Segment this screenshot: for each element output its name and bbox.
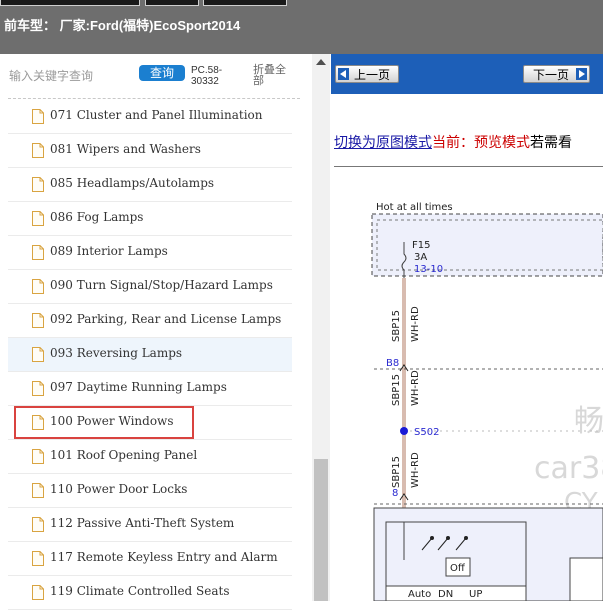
switch-auto: Auto — [408, 589, 431, 600]
next-page-label: 下一页 — [533, 68, 570, 82]
list-item-label: 090 Turn Signal/Stop/Hazard Lamps — [50, 278, 273, 292]
switch-right-block — [569, 557, 603, 601]
connector-b8: B8 — [386, 358, 399, 369]
list-item-label: 092 Parking, Rear and License Lamps — [50, 312, 282, 326]
list-item-label: 071 Cluster and Panel Illumination — [50, 108, 263, 122]
arrow-left-icon — [338, 68, 349, 80]
switch-contact-1 — [430, 536, 434, 540]
list-item[interactable]: 101 Roof Opening Panel — [8, 440, 292, 474]
circuit-label-3: SBP15 — [391, 456, 402, 488]
wiring-diagram: 畅 car38 CY Hot at all times F15 3A 13-10… — [371, 202, 603, 601]
tab-strip — [0, 0, 290, 6]
list-item[interactable]: 110 Power Door Locks — [8, 474, 292, 508]
list-item[interactable]: 089 Interior Lamps — [8, 236, 292, 270]
list-item[interactable]: 112 Passive Anti-Theft System — [8, 508, 292, 542]
document-icon — [32, 551, 44, 566]
fuse-box — [371, 213, 603, 277]
document-icon — [32, 279, 44, 294]
prev-page-button[interactable]: 上一页 — [335, 65, 399, 83]
scroll-up-arrow-icon[interactable] — [316, 59, 326, 65]
list-item-label: 093 Reversing Lamps — [50, 346, 183, 360]
switch-contact-3 — [464, 536, 468, 540]
document-icon — [32, 381, 44, 396]
list-item[interactable]: 093 Reversing Lamps — [8, 338, 292, 372]
scroll-thumb[interactable] — [314, 459, 328, 601]
document-icon — [32, 585, 44, 600]
list-item[interactable]: 071 Cluster and Panel Illumination — [8, 100, 292, 134]
switch-up: UP — [469, 589, 482, 600]
list-item[interactable]: 097 Daytime Running Lamps — [8, 372, 292, 406]
left-panel: 输入关键字查询 查询 PC.58-30332 折叠全部 071 Cluster … — [0, 54, 312, 610]
tab-3[interactable] — [203, 0, 287, 6]
pin-8: 8 — [392, 488, 398, 499]
document-icon — [32, 313, 44, 328]
watermark-text-1: 畅 — [574, 404, 603, 439]
fuse-name: F15 — [412, 240, 430, 251]
list-item-label: 101 Roof Opening Panel — [50, 448, 198, 462]
mode-hint-text: 若需看 — [530, 135, 572, 151]
switch-original-mode-link[interactable]: 切换为原图模式 — [334, 135, 432, 151]
list-item-label: 085 Headlamps/Autolamps — [50, 176, 215, 190]
highlight-box — [14, 406, 194, 439]
list-item-label: 119 Climate Controlled Seats — [50, 584, 230, 598]
mode-line: 切换为原图模式当前：预览模式若需看 — [334, 132, 572, 152]
splice-label: S502 — [414, 427, 439, 438]
viewer-panel: 上一页 下一页 切换为原图模式当前：预览模式若需看 畅 car38 CY Hot… — [331, 54, 603, 601]
search-input[interactable]: 输入关键字查询 — [9, 67, 93, 84]
switch-off: Off — [450, 563, 466, 574]
document-icon — [32, 143, 44, 158]
list-item[interactable]: 081 Wipers and Washers — [8, 134, 292, 168]
section-list: 071 Cluster and Panel Illumination 081 Wi… — [0, 100, 312, 610]
fuse-ref: 13-10 — [414, 264, 443, 275]
switch-position-row — [385, 585, 527, 601]
list-item-label: 110 Power Door Locks — [50, 482, 188, 496]
document-icon — [32, 483, 44, 498]
circuit-label-2: SBP15 — [391, 374, 402, 406]
pc-code: PC.58-30332 — [191, 65, 223, 87]
list-item-label: 089 Interior Lamps — [50, 244, 168, 258]
wire-color-label-3: WH-RD — [410, 452, 421, 488]
collapse-all-button[interactable]: 折叠全部 — [253, 65, 293, 87]
vehicle-title: 前车型： 厂家:Ford(福特)EcoSport2014 — [4, 18, 241, 33]
arrow-right-icon — [576, 68, 587, 80]
fuse-rating: 3A — [414, 252, 427, 263]
splice-dot — [400, 427, 408, 435]
list-item-label: 097 Daytime Running Lamps — [50, 380, 227, 394]
document-icon — [32, 177, 44, 192]
list-item[interactable]: 119 Climate Controlled Seats — [8, 576, 292, 610]
wire-color-label-2: WH-RD — [410, 370, 421, 406]
scrollbar[interactable] — [312, 54, 330, 601]
search-divider — [8, 98, 300, 99]
document-icon — [32, 211, 44, 226]
circuit-label-1: SBP15 — [391, 310, 402, 342]
list-item[interactable]: 085 Headlamps/Autolamps — [8, 168, 292, 202]
document-icon — [32, 517, 44, 532]
list-item-label: 086 Fog Lamps — [50, 210, 144, 224]
document-icon — [32, 109, 44, 124]
document-icon — [32, 449, 44, 464]
switch-contact-2 — [446, 536, 450, 540]
title-bar: 前车型： 厂家:Ford(福特)EcoSport2014 — [0, 0, 603, 54]
hot-label: Hot at all times — [376, 202, 453, 213]
document-icon — [32, 347, 44, 362]
wire-color-label-1: WH-RD — [410, 306, 421, 342]
document-icon — [32, 245, 44, 260]
search-button[interactable]: 查询 — [139, 65, 185, 81]
prev-page-label: 上一页 — [354, 68, 391, 82]
tab-1[interactable] — [0, 0, 140, 6]
page-nav-bar: 上一页 下一页 — [331, 54, 603, 94]
list-item[interactable]: 117 Remote Keyless Entry and Alarm — [8, 542, 292, 576]
list-item-label: 081 Wipers and Washers — [50, 142, 201, 156]
next-page-button[interactable]: 下一页 — [523, 65, 590, 83]
search-bar: 输入关键字查询 查询 PC.58-30332 折叠全部 — [0, 54, 312, 100]
list-item[interactable]: 086 Fog Lamps — [8, 202, 292, 236]
list-item[interactable]: 092 Parking, Rear and License Lamps — [8, 304, 292, 338]
watermark-text-2: car38 — [534, 451, 603, 486]
tab-2[interactable] — [145, 0, 199, 6]
list-item[interactable]: 090 Turn Signal/Stop/Hazard Lamps — [8, 270, 292, 304]
switch-dn: DN — [438, 589, 453, 600]
list-item-label: 117 Remote Keyless Entry and Alarm — [50, 550, 278, 564]
current-mode-text: 当前：预览模式 — [432, 135, 530, 151]
list-item-label: 112 Passive Anti-Theft System — [50, 516, 235, 530]
